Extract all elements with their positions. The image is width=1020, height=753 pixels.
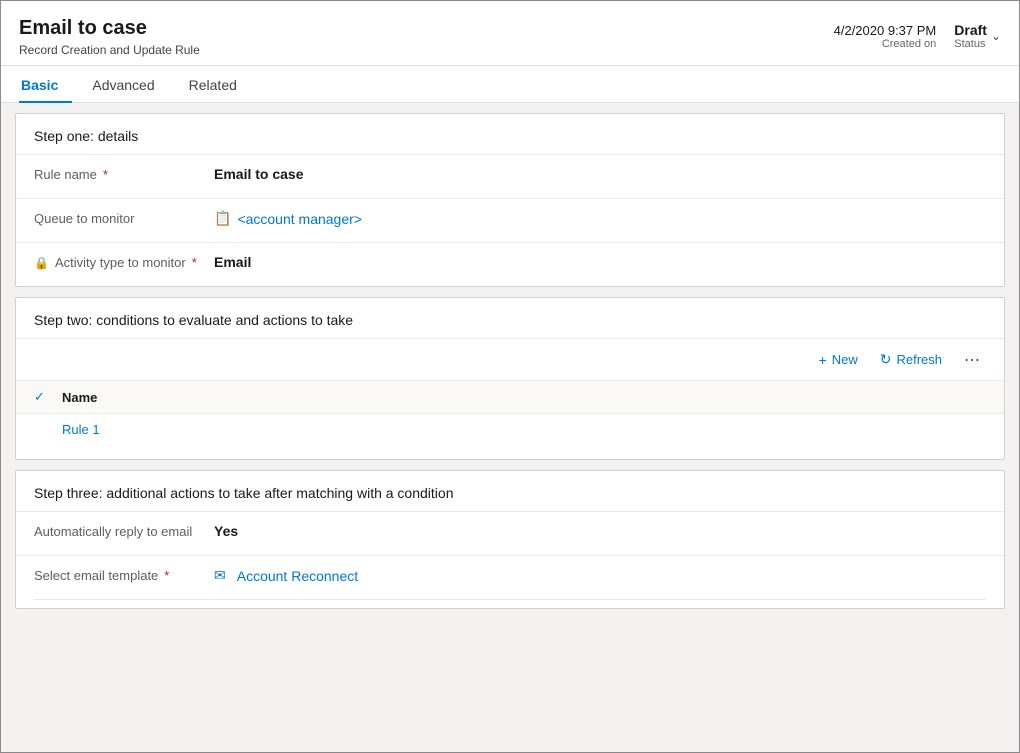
bottom-divider (34, 599, 986, 608)
auto-reply-label: Automatically reply to email (34, 522, 214, 539)
step-two-actions: + New ↻ Refresh ⋯ (16, 338, 1004, 380)
email-template-icon: ✉ (214, 567, 226, 584)
status-chevron-icon[interactable]: ⌄ (991, 29, 1001, 43)
refresh-button[interactable]: ↻ Refresh (874, 347, 948, 372)
header-meta: 4/2/2020 9:37 PM Created on (834, 23, 937, 50)
lock-icon: 🔒 (34, 256, 49, 270)
header-left: Email to case Record Creation and Update… (19, 15, 200, 57)
queue-value[interactable]: 📋 <account manager> (214, 209, 986, 227)
tab-basic[interactable]: Basic (19, 67, 72, 103)
more-options-button[interactable]: ⋯ (958, 348, 986, 372)
auto-reply-row: Automatically reply to email Yes (16, 511, 1004, 555)
activity-type-value: Email (214, 253, 986, 270)
name-column-header: Name (62, 390, 97, 405)
record-type: Record Creation and Update Rule (19, 43, 200, 57)
step-one-title: Step one: details (16, 114, 1004, 154)
rule-name-label: Rule name * (34, 165, 214, 182)
header-right: 4/2/2020 9:37 PM Created on Draft Status… (834, 22, 1001, 50)
queue-icon: 📋 (214, 210, 231, 227)
queue-to-monitor-row: Queue to monitor 📋 <account manager> (16, 198, 1004, 242)
check-col: ✓ (34, 389, 62, 405)
status-value: Draft (954, 22, 987, 38)
required-indicator: * (164, 568, 169, 583)
rule-1-link[interactable]: Rule 1 (62, 422, 100, 437)
created-date: 4/2/2020 9:37 PM (834, 23, 937, 38)
plus-icon: + (819, 352, 827, 368)
rule-name-row: Rule name * Email to case (16, 154, 1004, 198)
required-indicator: * (103, 167, 108, 182)
activity-type-row: 🔒 Activity type to monitor * Email (16, 242, 1004, 286)
email-template-label: Select email template * (34, 566, 214, 583)
step-two-card: Step two: conditions to evaluate and act… (15, 297, 1005, 460)
check-icon: ✓ (34, 389, 45, 405)
activity-type-label: 🔒 Activity type to monitor * (34, 253, 214, 270)
tab-related[interactable]: Related (187, 67, 251, 103)
main-content: Step one: details Rule name * Email to c… (1, 103, 1019, 752)
tab-bar: Basic Advanced Related (1, 66, 1019, 103)
email-template-value[interactable]: ✉ Account Reconnect (214, 566, 986, 584)
step-one-card: Step one: details Rule name * Email to c… (15, 113, 1005, 287)
status-label: Status (954, 38, 987, 50)
auto-reply-value: Yes (214, 522, 986, 539)
new-button[interactable]: + New (813, 348, 864, 372)
table-header: ✓ Name (16, 380, 1004, 413)
created-label: Created on (834, 38, 937, 50)
table-row: Rule 1 (16, 413, 1004, 445)
refresh-icon: ↻ (880, 351, 892, 368)
status-area: Draft Status ⌄ (954, 22, 1001, 50)
step-two-title: Step two: conditions to evaluate and act… (16, 298, 1004, 338)
queue-label: Queue to monitor (34, 209, 214, 226)
record-title: Email to case (19, 15, 200, 41)
rule-name-value: Email to case (214, 165, 986, 182)
required-indicator: * (192, 255, 197, 270)
main-window: Email to case Record Creation and Update… (0, 0, 1020, 753)
tab-advanced[interactable]: Advanced (90, 67, 168, 103)
header: Email to case Record Creation and Update… (1, 1, 1019, 66)
step-three-title: Step three: additional actions to take a… (16, 471, 1004, 511)
step-three-card: Step three: additional actions to take a… (15, 470, 1005, 609)
email-template-row: Select email template * ✉ Account Reconn… (16, 555, 1004, 599)
